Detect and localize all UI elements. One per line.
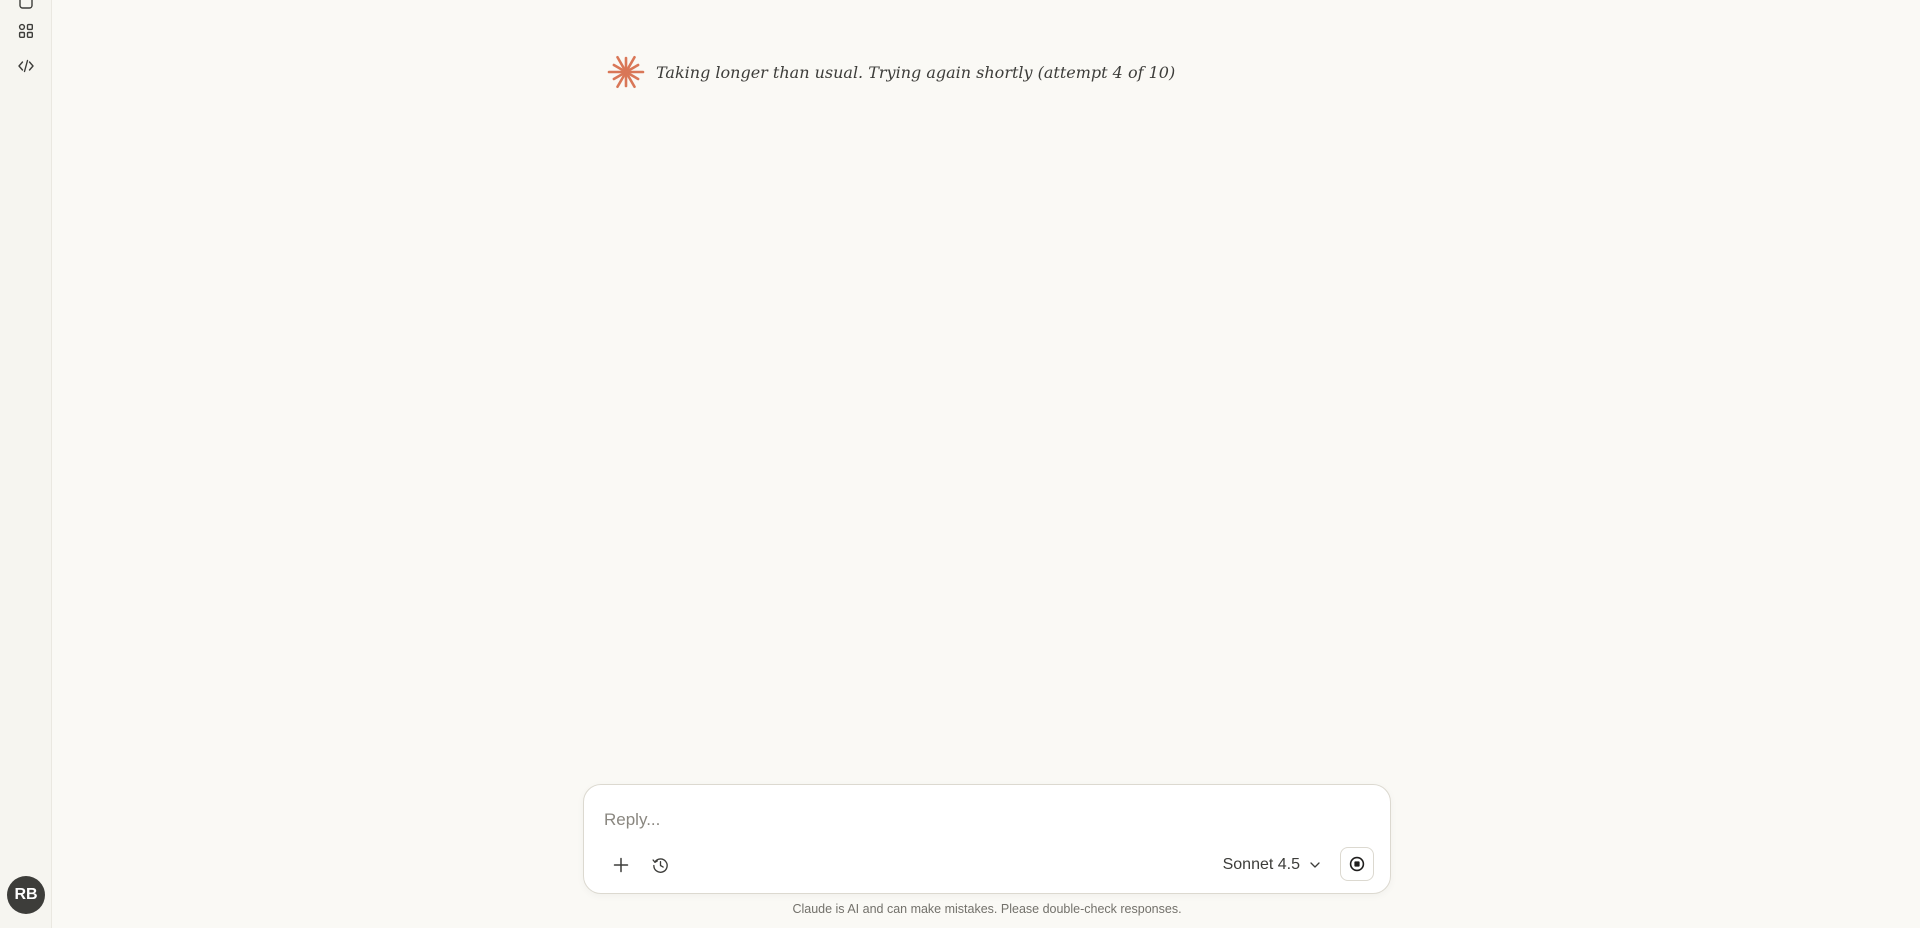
model-selector[interactable]: Sonnet 4.5	[1223, 848, 1322, 882]
chevron-down-icon	[1310, 862, 1320, 868]
model-label: Sonnet 4.5	[1222, 856, 1300, 873]
disclaimer: Claude is AI and can make mistakes. Plea…	[792, 902, 1182, 916]
plus-icon[interactable]	[604, 848, 638, 882]
claude-spark-icon	[607, 55, 645, 89]
sidebar: RB	[0, 0, 52, 928]
retry-message: Taking longer than usual. Trying again s…	[656, 62, 1176, 82]
stop-button[interactable]	[1340, 847, 1374, 881]
code-icon[interactable]	[10, 50, 42, 82]
retry-status: Taking longer than usual. Trying again s…	[606, 52, 1175, 92]
stop-icon	[1349, 856, 1365, 872]
artifacts-icon[interactable]	[10, 15, 42, 47]
clock-icon[interactable]	[643, 848, 677, 882]
reply-input[interactable]	[604, 805, 1364, 835]
user-avatar[interactable]: RB	[7, 876, 45, 914]
composer: Sonnet 4.5	[583, 784, 1391, 894]
